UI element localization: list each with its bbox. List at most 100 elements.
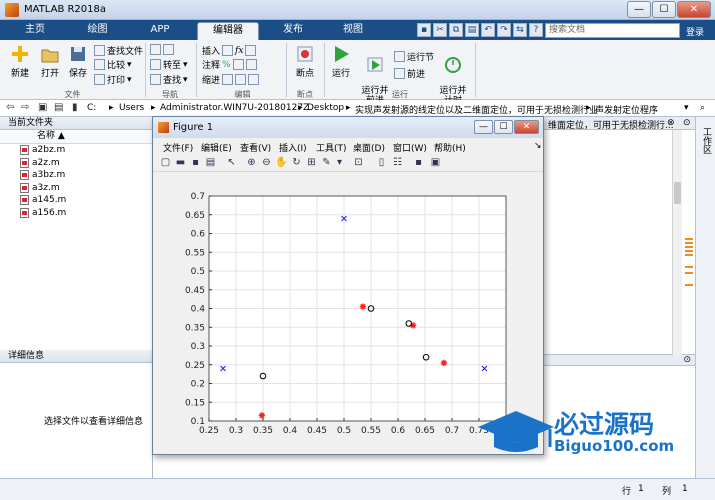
breakpoints-button[interactable]: 断点 [290, 44, 320, 79]
code-analyzer-mark[interactable] [685, 250, 693, 252]
figure-maximize-button[interactable]: ☐ [494, 120, 513, 134]
copy-icon[interactable]: ⧉ [449, 23, 463, 37]
file-item[interactable]: a156.m [0, 207, 152, 220]
indent-button[interactable]: 缩进 [202, 73, 260, 86]
file-name: a156.m [32, 207, 67, 218]
colorbar-icon[interactable]: ▯ [375, 156, 388, 169]
find-button[interactable]: 查找 ▾ [150, 73, 188, 86]
up-folder-icon[interactable]: ▣ [38, 102, 47, 113]
breadcrumb-user[interactable]: Administrator.WIN7U-20180127Z [160, 103, 309, 113]
paste-icon[interactable]: ▤ [465, 23, 479, 37]
run-advance-icon [367, 57, 383, 72]
scrollbar-thumb[interactable] [674, 182, 681, 204]
tab-editor[interactable]: 编辑器 [197, 22, 259, 40]
breadcrumb-project[interactable]: 实现声发射源的线定位以及二维面定位，可用于无损检测行业 [355, 103, 598, 116]
nav-arrows[interactable] [150, 44, 174, 55]
file-item[interactable]: a2z.m [0, 157, 152, 170]
editor-scrollbar[interactable] [672, 130, 682, 356]
code-analyzer-mark[interactable] [685, 272, 693, 274]
command-options-icon[interactable]: ⊙ [683, 355, 691, 365]
breadcrumb-drive[interactable]: C: [87, 103, 96, 113]
data-cursor-icon[interactable]: ⊞ [305, 156, 318, 169]
code-analyzer-mark[interactable] [685, 254, 693, 256]
link-plot-icon[interactable]: ⊡ [352, 156, 365, 169]
back-icon[interactable]: ⇦ [6, 102, 14, 113]
browse-folder-icon[interactable]: ▤ [54, 102, 63, 113]
hide-plot-tools-icon[interactable]: ▪ [412, 156, 425, 169]
zoom-in-icon[interactable]: ⊕ [245, 156, 258, 169]
figure-minimize-button[interactable]: — [474, 120, 493, 134]
goto-button[interactable]: 转至 ▾ [150, 58, 188, 71]
tab-apps[interactable]: APP [135, 22, 185, 40]
legend-icon[interactable]: ☷ [391, 156, 404, 169]
details-title: 详细信息 [0, 350, 152, 363]
pointer-icon[interactable]: ↖ [225, 156, 238, 169]
figure-titlebar[interactable]: Figure 1 — ☐ ✕ [153, 117, 543, 138]
tab-publish[interactable]: 发布 [268, 22, 318, 40]
editor-tab-label[interactable]: 维面定位，可用于无损检测行... [548, 118, 674, 131]
save-button[interactable]: 保存 [64, 44, 92, 79]
comment-button[interactable]: 注释% [202, 58, 257, 71]
tab-home[interactable]: 主页 [10, 22, 60, 40]
run-section-button[interactable]: 运行节 [394, 50, 434, 63]
file-item[interactable]: a3bz.m [0, 169, 152, 182]
open-button[interactable]: 打开 [36, 44, 64, 79]
minimize-button[interactable]: — [627, 1, 651, 18]
details-panel: 详细信息 选择文件以查看详细信息 [0, 350, 153, 478]
find-files-button[interactable]: 查找文件 [94, 44, 143, 57]
advance-button[interactable]: 前进 [394, 67, 425, 80]
run-button[interactable]: 运行 [328, 44, 354, 79]
menu-dock-icon[interactable]: ↘ [534, 141, 542, 151]
rotate-icon[interactable]: ↻ [290, 156, 303, 169]
open-file-icon[interactable]: ▬ [174, 156, 187, 169]
new-button[interactable]: 新建 [6, 44, 34, 79]
breadcrumb-desktop[interactable]: Desktop [307, 103, 344, 113]
print-button[interactable]: 打印 ▾ [94, 73, 132, 86]
fx-icon[interactable]: fx [235, 46, 243, 56]
switch-windows-icon[interactable]: ⇆ [513, 23, 527, 37]
tab-view[interactable]: 视图 [328, 22, 378, 40]
save-figure-icon[interactable]: ▪ [189, 156, 202, 169]
y-tick-label: 0.45 [185, 286, 205, 296]
close-button[interactable]: ✕ [677, 1, 711, 18]
file-item[interactable]: a2bz.m [0, 144, 152, 157]
breadcrumb-users[interactable]: Users [119, 103, 144, 113]
status-bar: 行 1 列 1 [0, 478, 715, 500]
undo-icon[interactable]: ↶ [481, 23, 495, 37]
code-analyzer-mark[interactable] [685, 266, 693, 268]
file-item[interactable]: a145.m [0, 194, 152, 207]
brush-dropdown-icon[interactable]: ▾ [333, 156, 346, 169]
zoom-out-icon[interactable]: ⊖ [260, 156, 273, 169]
figure-close-button[interactable]: ✕ [514, 120, 539, 134]
code-analyzer-mark[interactable] [685, 242, 693, 244]
find-label: 查找 [163, 76, 182, 86]
help-icon[interactable]: ? [529, 23, 543, 37]
code-analyzer-mark[interactable] [685, 284, 693, 286]
brush-icon[interactable]: ✎ [320, 156, 333, 169]
editor-close-icon[interactable]: ⊗ [667, 118, 675, 128]
cut-icon[interactable]: ✂ [433, 23, 447, 37]
pan-hand-icon[interactable]: ✋ [275, 156, 288, 169]
compare-button[interactable]: 比较 ▾ [94, 58, 132, 71]
save-icon[interactable]: ▪ [417, 23, 431, 37]
forward-icon[interactable]: ⇨ [21, 102, 29, 113]
insert-button[interactable]: 插入 fx [202, 44, 257, 57]
code-analyzer-mark[interactable] [685, 246, 693, 248]
redo-icon[interactable]: ↷ [497, 23, 511, 37]
file-item[interactable]: a3z.m [0, 182, 152, 195]
new-figure-icon[interactable]: ▢ [159, 156, 172, 169]
code-analyzer-mark[interactable] [685, 238, 693, 240]
name-column-header[interactable]: 名称 ▲ [0, 130, 152, 144]
star-marker-point [359, 303, 367, 310]
show-plot-tools-icon[interactable]: ▣ [429, 156, 442, 169]
maximize-button[interactable]: ☐ [652, 1, 676, 18]
workspace-label[interactable]: 工作区 [700, 127, 713, 154]
tab-plots[interactable]: 绘图 [70, 22, 125, 40]
editor-options-icon[interactable]: ⊙ [683, 118, 691, 128]
search-input[interactable]: 搜索文档 [545, 23, 680, 38]
breadcrumb-folder[interactable]: 声发射定位程序 [595, 103, 658, 116]
address-dropdown-icon[interactable]: ▾ [684, 103, 689, 113]
login-link[interactable]: 登录 [686, 25, 704, 38]
print-figure-icon[interactable]: ▤ [204, 156, 217, 169]
search-folder-icon[interactable]: ⌕ [700, 103, 705, 113]
